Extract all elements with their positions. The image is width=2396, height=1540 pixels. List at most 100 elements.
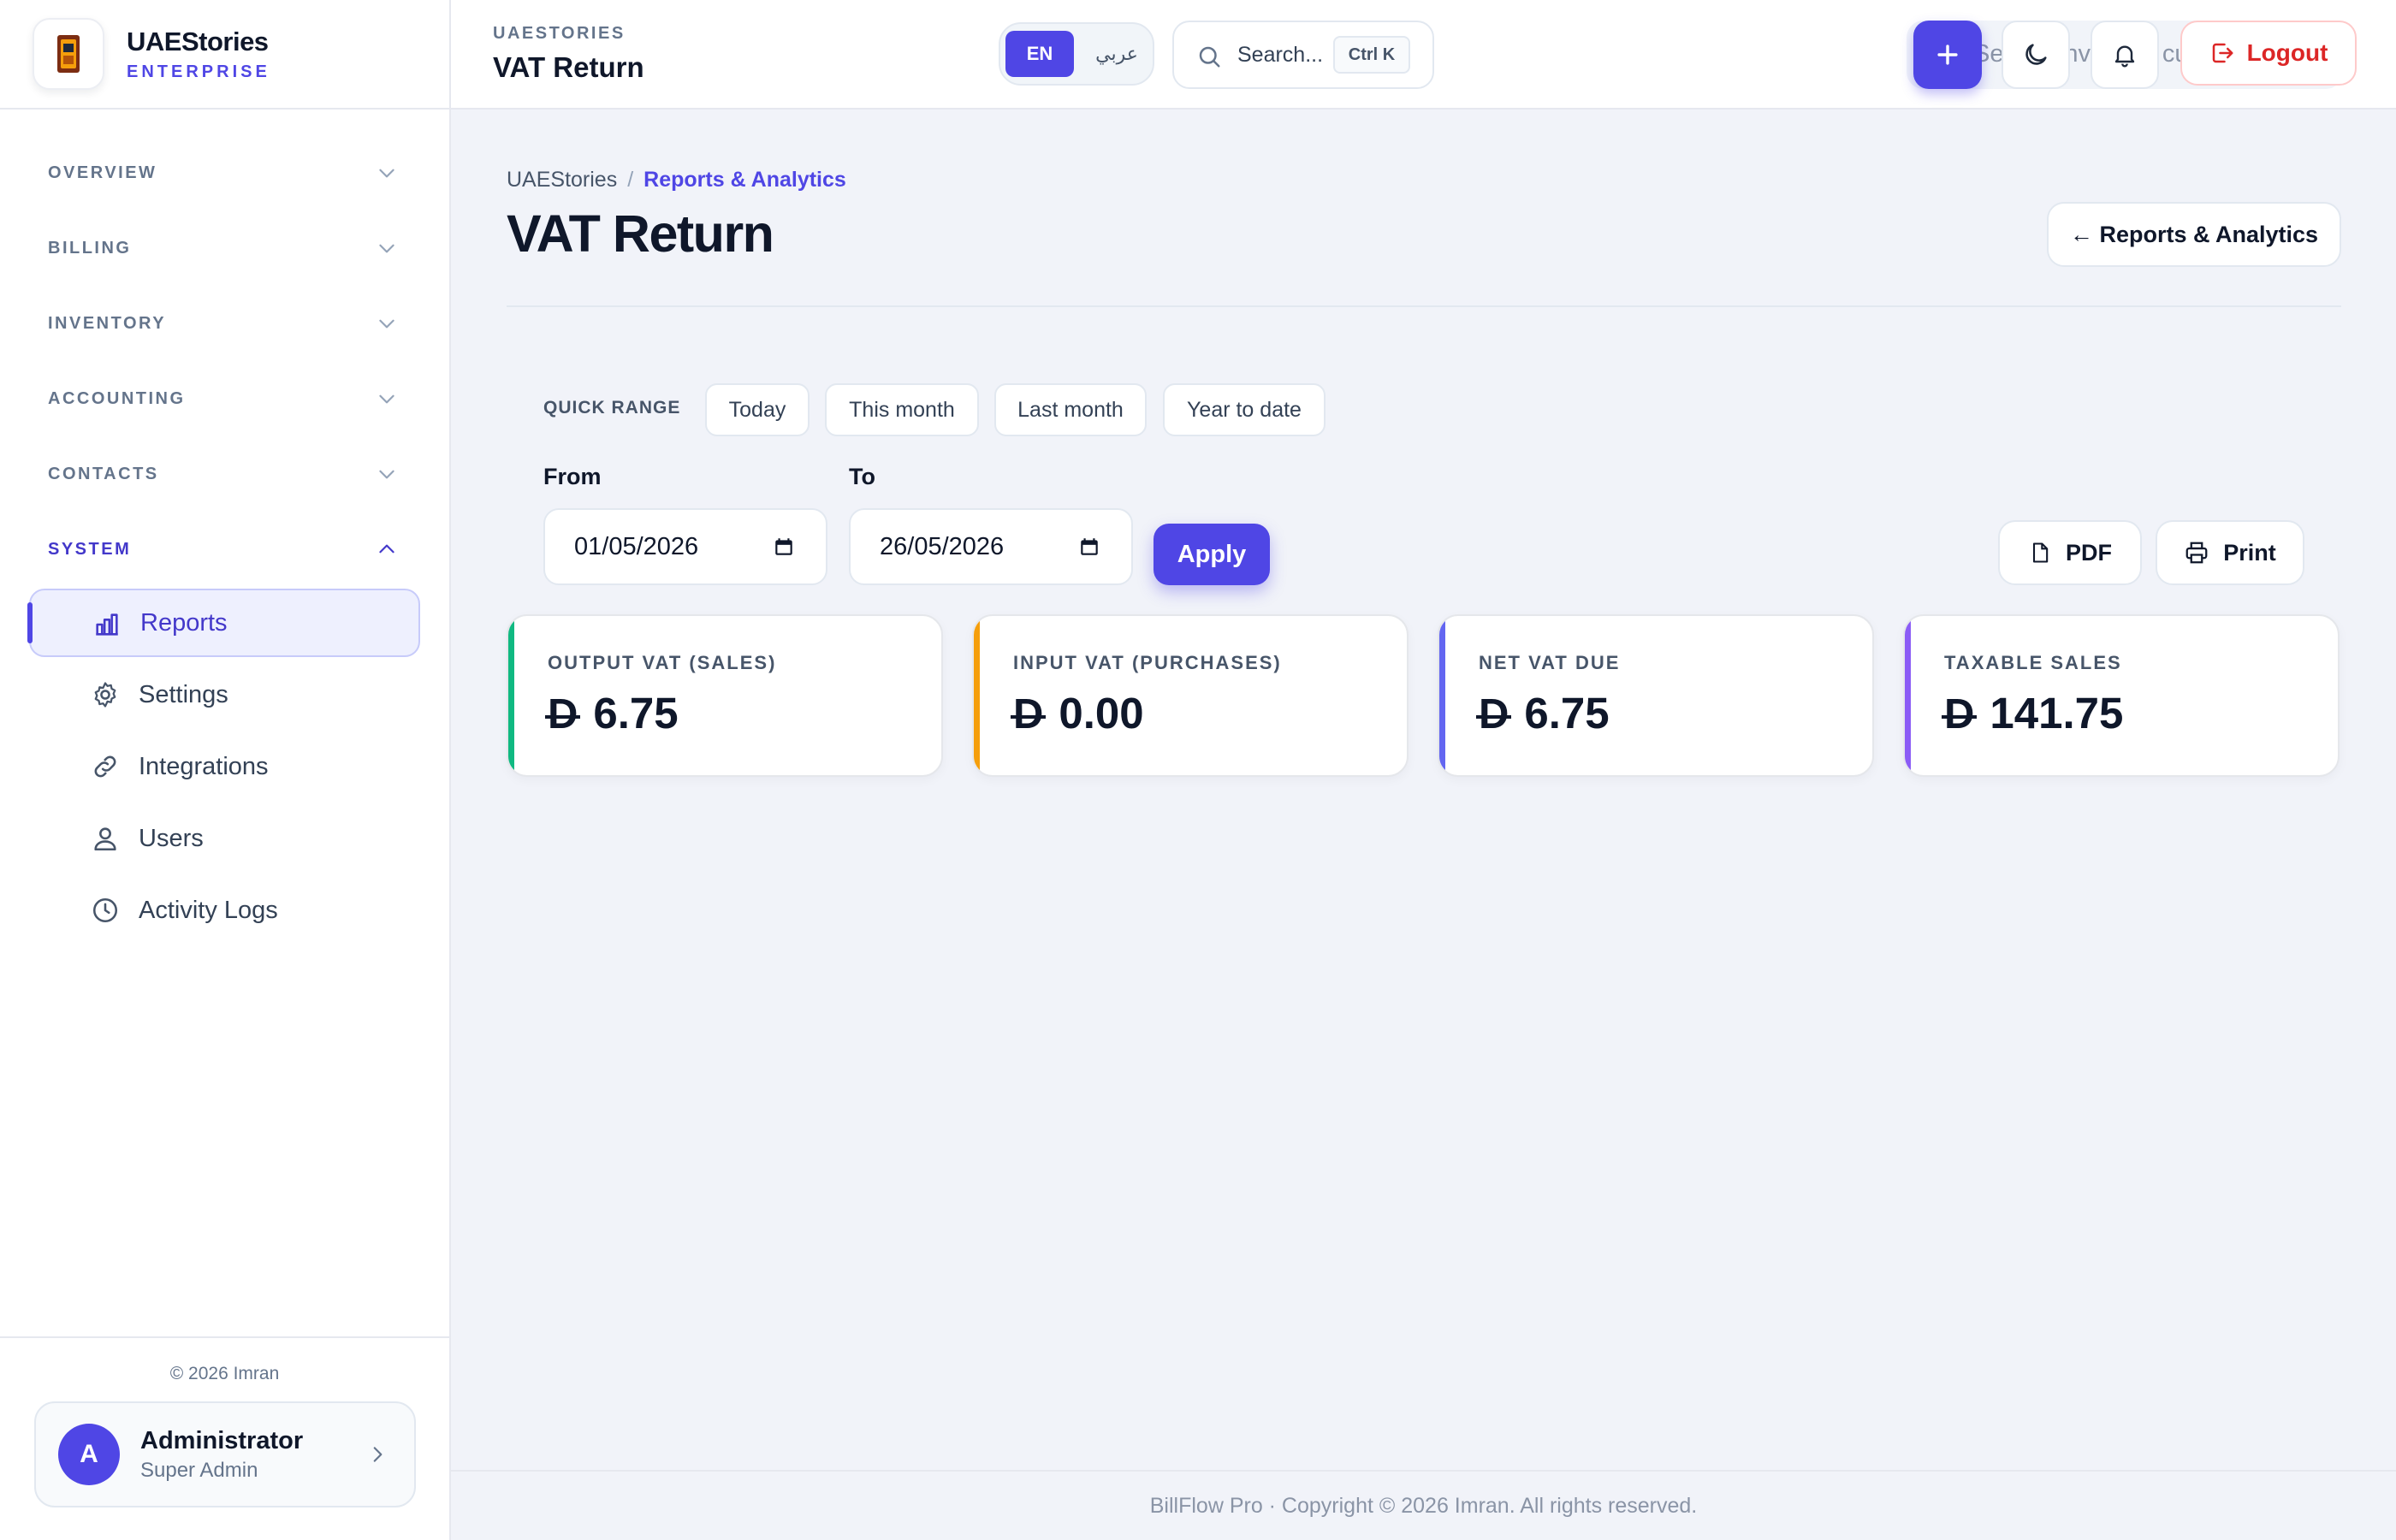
card-accent	[1905, 616, 1911, 775]
output-vat-card: OUTPUT VAT (SALES) D 6.75	[507, 614, 943, 777]
nav-section-label: INVENTORY	[48, 313, 167, 333]
plus-icon	[1937, 44, 1958, 65]
pdf-button[interactable]: PDF	[1998, 520, 2142, 585]
topbar-title: VAT Return	[493, 51, 644, 83]
dirham-symbol: D	[1941, 691, 1978, 737]
user-name: Administrator	[140, 1426, 304, 1454]
sidebar-item-label: Reports	[140, 608, 228, 637]
breadcrumb-current[interactable]: Reports & Analytics	[643, 168, 846, 192]
nav-section-label: CONTACTS	[48, 464, 159, 483]
divider	[507, 305, 2341, 307]
card-accent	[974, 616, 980, 775]
nav-section-overview[interactable]: OVERVIEW	[0, 135, 449, 210]
nav-section-system[interactable]: SYSTEM	[0, 512, 449, 587]
nav-section-label: SYSTEM	[48, 539, 132, 559]
brand-subtitle: ENTERPRISE	[127, 62, 270, 81]
to-date-input[interactable]: 26/05/2026	[849, 508, 1133, 585]
logout-button[interactable]: Logout	[2180, 21, 2357, 86]
nav-section-contacts[interactable]: CONTACTS	[0, 436, 449, 512]
language-ar-button[interactable]: عربي	[1082, 31, 1151, 77]
breadcrumb: UAEStories / Reports & Analytics	[507, 168, 846, 192]
notifications-button[interactable]	[2091, 21, 2159, 89]
quick-range-this-month[interactable]: This month	[825, 383, 979, 436]
to-date-value: 26/05/2026	[880, 532, 1005, 560]
clock-icon	[92, 897, 118, 923]
sidebar-item-label: Settings	[139, 680, 228, 708]
card-accent	[1439, 616, 1445, 775]
dirham-symbol: D	[544, 691, 581, 737]
dirham-symbol: D	[1475, 691, 1512, 737]
language-toggle: EN عربي	[999, 22, 1154, 86]
breadcrumb-root[interactable]: UAEStories	[507, 168, 617, 192]
back-to-reports-button[interactable]: ← Reports & Analytics	[2047, 202, 2341, 267]
search-icon	[1199, 46, 1220, 68]
card-label: OUTPUT VAT (SALES)	[548, 652, 777, 673]
taxable-sales-card: TAXABLE SALES D 141.75	[1903, 614, 2340, 777]
sidebar-item-integrations[interactable]: Integrations	[29, 732, 420, 801]
sidebar-item-label: Integrations	[139, 752, 269, 780]
sidebar: UAEStories ENTERPRISE OVERVIEW BILLING I…	[0, 0, 451, 1540]
net-vat-due-card: NET VAT DUE D 6.75	[1438, 614, 1874, 777]
command-search-button[interactable]: Search... Ctrl K	[1172, 21, 1434, 89]
users-icon	[94, 827, 116, 851]
calendar-icon[interactable]	[773, 536, 795, 558]
main-content: UAEStories / Reports & Analytics VAT Ret…	[451, 111, 2396, 1540]
nav-section-inventory[interactable]: INVENTORY	[0, 286, 449, 361]
language-en-button[interactable]: EN	[1005, 31, 1074, 77]
page-title: VAT Return	[507, 204, 774, 263]
avatar: A	[58, 1424, 120, 1485]
quick-range-last-month[interactable]: Last month	[994, 383, 1147, 436]
bell-icon	[2114, 45, 2135, 68]
print-label: Print	[2223, 539, 2276, 566]
add-new-button[interactable]	[1913, 21, 1982, 89]
nav-section-accounting[interactable]: ACCOUNTING	[0, 361, 449, 436]
chevron-down-icon	[379, 470, 394, 479]
sidebar-footer: © 2026 Imran A Administrator Super Admin	[0, 1336, 449, 1540]
sidebar-item-settings[interactable]: Settings	[29, 660, 420, 729]
theme-toggle-button[interactable]	[2002, 21, 2070, 89]
nav-section-label: ACCOUNTING	[48, 388, 186, 408]
chevron-up-icon	[379, 544, 394, 554]
input-vat-card: INPUT VAT (PURCHASES) D 0.00	[972, 614, 1409, 777]
brand-logo-image	[57, 35, 80, 73]
footer-copyright: BillFlow Pro · Copyright © 2026 Imran. A…	[1149, 1493, 1698, 1518]
card-label: INPUT VAT (PURCHASES)	[1013, 652, 1282, 673]
card-amount: 6.75	[593, 689, 679, 737]
brand-logo	[33, 18, 104, 90]
chevron-down-icon	[379, 244, 394, 253]
command-search-label: Search...	[1237, 42, 1324, 67]
user-profile-card[interactable]: A Administrator Super Admin	[34, 1401, 416, 1507]
calendar-icon[interactable]	[1078, 536, 1100, 558]
pdf-label: PDF	[2066, 539, 2112, 566]
from-date-input[interactable]: 01/05/2026	[543, 508, 827, 585]
sidebar-item-reports[interactable]: Reports	[27, 589, 420, 657]
chevron-down-icon	[379, 394, 394, 404]
sidebar-item-users[interactable]: Users	[29, 804, 420, 873]
sidebar-nav: OVERVIEW BILLING INVENTORY ACCOUNTING CO…	[0, 110, 449, 945]
nav-section-label: BILLING	[48, 238, 132, 258]
logout-label: Logout	[2246, 39, 2328, 66]
to-label: To	[849, 464, 875, 489]
print-button[interactable]: Print	[2156, 520, 2304, 585]
system-nav-items: Reports Settings Integrations Users Acti…	[0, 589, 449, 945]
breadcrumb-separator: /	[627, 168, 634, 192]
brand[interactable]: UAEStories ENTERPRISE	[0, 0, 449, 110]
card-accent	[508, 616, 514, 775]
user-role: Super Admin	[140, 1458, 258, 1482]
quick-range-year-to-date[interactable]: Year to date	[1163, 383, 1326, 436]
chevron-down-icon	[379, 319, 394, 329]
keyboard-shortcut-badge: Ctrl K	[1333, 36, 1410, 74]
quick-range-today[interactable]: Today	[705, 383, 810, 436]
topbar: UAESTORIES VAT Return EN عربي Search... …	[451, 0, 2396, 110]
sidebar-item-activity-logs[interactable]: Activity Logs	[29, 876, 420, 945]
card-amount: 141.75	[1990, 689, 2124, 737]
logout-icon	[2212, 43, 2233, 63]
chevron-down-icon	[379, 169, 394, 178]
card-value: D 6.75	[1475, 688, 1610, 738]
nav-section-billing[interactable]: BILLING	[0, 210, 449, 286]
sidebar-item-label: Users	[139, 824, 204, 852]
dirham-symbol: D	[1010, 691, 1047, 737]
page-footer: BillFlow Pro · Copyright © 2026 Imran. A…	[451, 1470, 2396, 1540]
printer-icon	[2185, 542, 2208, 564]
apply-button[interactable]: Apply	[1154, 524, 1270, 585]
